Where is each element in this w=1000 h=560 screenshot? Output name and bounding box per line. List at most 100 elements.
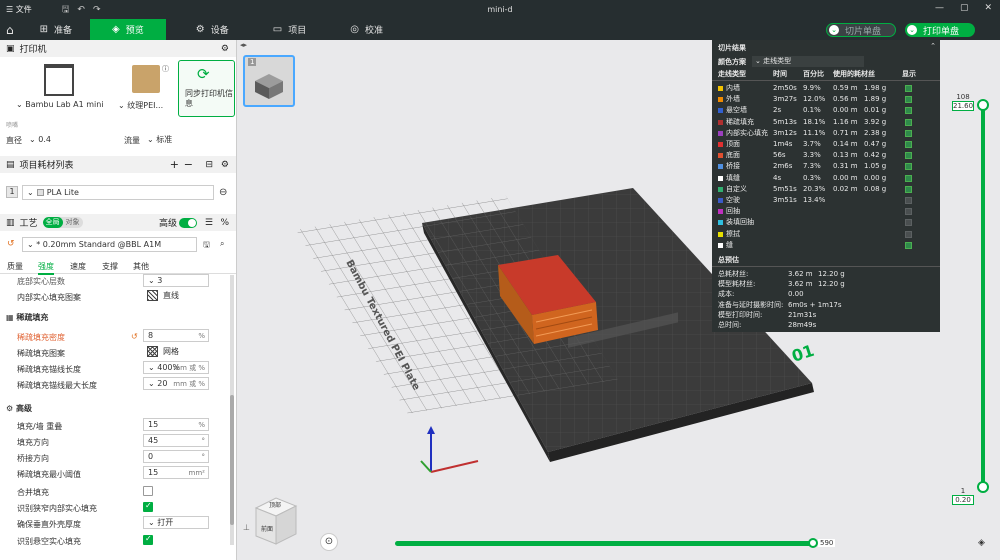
anchor-length-input[interactable]: ⌄ 400% mm 或 %	[143, 361, 209, 374]
subtab-others[interactable]: 其他	[133, 261, 149, 272]
redo-icon[interactable]: ↷	[93, 5, 101, 15]
show-line-type-checkbox[interactable]	[905, 129, 912, 137]
show-line-type-checkbox[interactable]	[905, 230, 912, 238]
line-type-length: 0.13 m	[833, 151, 858, 160]
sync-printer-button[interactable]: ⟳ 同步打印机信息	[178, 60, 235, 117]
detect-overhang-checkbox[interactable]	[143, 534, 153, 545]
line-type-length: 1.16 m	[833, 117, 858, 126]
tab-preview[interactable]: ◈ 预览	[90, 19, 166, 40]
plate-name: ⌄ 纹理PEI...	[118, 101, 164, 110]
tab-calibration[interactable]: ◎ 校准	[336, 19, 397, 40]
reset-icon[interactable]: ↺	[7, 239, 15, 249]
flow-select[interactable]: ⌄ 标准	[143, 133, 229, 146]
color-scheme-select[interactable]: ⌄ 走线类型	[752, 56, 864, 67]
show-line-type-checkbox[interactable]	[905, 141, 912, 148]
gear-icon[interactable]: ⚙	[221, 160, 229, 170]
diameter-select[interactable]: ⌄ 0.4	[25, 133, 115, 146]
save-preset-icon[interactable]: 🖫	[203, 239, 210, 253]
show-line-type-checkbox[interactable]	[905, 219, 912, 227]
internal-solid-pattern-select[interactable]: 直线	[143, 289, 209, 302]
home-icon[interactable]: ⌂	[0, 19, 20, 40]
info-icon[interactable]: ⓘ	[162, 64, 169, 74]
close-icon[interactable]: ✕	[984, 3, 992, 13]
subtab-support[interactable]: 支撑	[102, 261, 118, 272]
layer-slider-bottom-thumb[interactable]	[977, 481, 989, 493]
toggle-global[interactable]: 全局	[42, 217, 63, 228]
show-line-type-checkbox[interactable]	[905, 152, 912, 160]
layer-slider-track[interactable]	[981, 102, 985, 488]
show-line-type-checkbox[interactable]	[905, 96, 912, 104]
minimize-icon[interactable]: —	[935, 3, 944, 13]
save-icon[interactable]: 🖫	[62, 2, 70, 18]
show-line-type-checkbox[interactable]	[905, 85, 912, 92]
chevron-down-icon[interactable]: ⌄	[829, 25, 839, 35]
search-icon[interactable]: ⌕	[220, 239, 224, 249]
color-scheme-label: 颜色方案	[718, 58, 746, 66]
tab-prepare[interactable]: ⊞ 准备	[26, 19, 86, 40]
show-line-type-checkbox[interactable]	[905, 208, 912, 216]
move-slider-track[interactable]	[395, 541, 815, 546]
print-plate-button[interactable]: ⌄ 打印单盘	[905, 23, 975, 37]
fit-view-icon[interactable]: ⊙	[320, 533, 338, 551]
gear-icon[interactable]: ⚙	[221, 44, 229, 54]
line-type-weight: 0.00 g	[864, 173, 887, 182]
subtab-quality[interactable]: 质量	[7, 261, 23, 272]
reset-icon[interactable]: ↺	[131, 332, 138, 341]
sparse-density-input[interactable]: 8%	[143, 329, 209, 342]
maximize-icon[interactable]: ▢	[960, 3, 969, 13]
process-preset-select[interactable]: ⌄ * 0.20mm Standard @BBL A1M	[22, 237, 197, 252]
show-line-type-checkbox[interactable]	[905, 185, 912, 193]
printer-selector[interactable]: ⌄ Bambu Lab A1 mini	[12, 62, 112, 116]
collapse-icon[interactable]: ⌃	[930, 42, 936, 50]
unit-label: %	[198, 420, 205, 429]
min-sparse-threshold-value: 15	[148, 468, 159, 477]
filament-sync-icon[interactable]: ⊟	[205, 160, 213, 170]
sync-label: 同步打印机信息	[185, 89, 233, 108]
nozzle-label: 喷嘴	[6, 122, 19, 129]
remove-icon[interactable]: −	[184, 158, 193, 171]
add-icon[interactable]: +	[170, 158, 179, 171]
show-line-type-checkbox[interactable]	[905, 174, 912, 182]
subtab-speed[interactable]: 速度	[70, 261, 86, 272]
bridge-direction-input[interactable]: 0 °	[143, 450, 209, 463]
merge-infill-checkbox[interactable]	[143, 486, 153, 496]
move-slider-thumb[interactable]	[808, 538, 818, 548]
scrollbar-track[interactable]	[230, 275, 234, 545]
filament-select[interactable]: ⌄ PLA Lite	[22, 185, 214, 200]
plate-selector[interactable]: ⓘ ⌄ 纹理PEI...	[118, 62, 174, 116]
sparse-pattern-select[interactable]: 网格	[143, 345, 209, 358]
infill-wall-overlap-input[interactable]: 15%	[143, 418, 209, 431]
chevron-down-icon[interactable]: ⌄	[907, 25, 917, 35]
list-icon[interactable]: ☰	[205, 218, 213, 228]
vertical-shell-select[interactable]: ⌄ 打开	[143, 516, 209, 529]
show-line-type-checkbox[interactable]	[905, 197, 912, 204]
global-object-toggle[interactable]: 全局 对象	[42, 217, 83, 228]
more-icon[interactable]: ⊖	[219, 187, 227, 198]
slice-plate-button[interactable]: ⌄ 切片单盘	[826, 23, 896, 37]
infill-direction-input[interactable]: 45 °	[143, 434, 209, 447]
anchor-max-input[interactable]: ⌄ 20 mm 或 %	[143, 377, 209, 390]
subtab-strength[interactable]: 强度	[38, 261, 54, 275]
advanced-toggle[interactable]	[179, 217, 197, 228]
show-line-type-checkbox[interactable]	[905, 163, 912, 171]
line-type-weight: 1.05 g	[864, 162, 887, 171]
tab-device[interactable]: ⚙ 设备	[182, 19, 243, 40]
detect-narrow-checkbox[interactable]	[143, 501, 153, 512]
view-cube[interactable]: 顶部 前面	[251, 492, 301, 548]
show-line-type-checkbox[interactable]	[905, 118, 912, 126]
bottom-shell-layers-input[interactable]: ⌄ 3	[143, 274, 209, 287]
show-line-type-checkbox[interactable]	[905, 107, 912, 115]
printer-name-text: Bambu Lab A1 mini	[25, 100, 104, 109]
scrollbar-thumb[interactable]	[230, 395, 234, 525]
min-sparse-threshold-input[interactable]: 15 mm²	[143, 466, 209, 479]
layers-icon[interactable]: ◈	[978, 538, 985, 548]
compare-icon[interactable]: %	[220, 218, 229, 228]
show-line-type-checkbox[interactable]	[905, 241, 912, 249]
layer-slider-top-thumb[interactable]	[977, 99, 989, 111]
line-type-weight: 1.98 g	[864, 84, 887, 92]
file-menu[interactable]: ☰ 文件	[6, 4, 32, 15]
line-type-time: 2m50s	[773, 84, 797, 92]
tab-project[interactable]: ▭ 项目	[259, 19, 320, 40]
undo-icon[interactable]: ↶	[77, 5, 85, 15]
toggle-object[interactable]: 对象	[63, 217, 83, 228]
